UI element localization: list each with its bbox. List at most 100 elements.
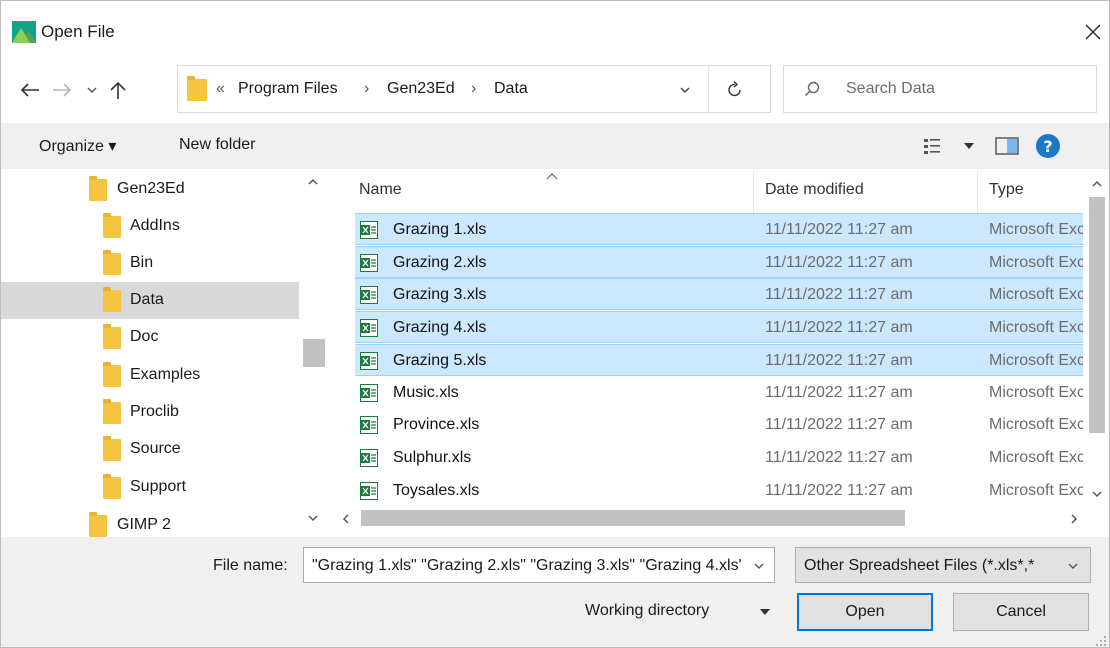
forward-arrow-icon[interactable] (51, 81, 73, 99)
tree-item-data[interactable]: Data (1, 282, 299, 319)
tree-item-label: Proclib (130, 403, 179, 420)
resize-grip-icon[interactable] (1095, 635, 1107, 647)
file-row[interactable]: Grazing 1.xls 11/11/2022 11:27 am Microsof… (355, 213, 1083, 245)
tree-item-support[interactable]: Support (1, 469, 299, 506)
tree-scrollbar[interactable] (301, 171, 327, 537)
file-type-filter[interactable]: Other Spreadsheet Files (*.xls*,* (795, 547, 1091, 583)
file-row[interactable]: Grazing 3.xls 11/11/2022 11:27 am Microsof… (355, 278, 1083, 311)
file-row[interactable]: Music.xls 11/11/2022 11:27 am Microsoft Ex… (355, 377, 1083, 409)
file-name-label: File name: (213, 557, 288, 574)
scroll-down-icon[interactable] (307, 513, 319, 523)
tree-item-gimp-2[interactable]: GIMP 2 (1, 507, 299, 537)
recent-locations-chevron-icon[interactable] (85, 83, 99, 97)
divider (708, 66, 709, 112)
close-button[interactable] (1075, 15, 1109, 51)
help-icon[interactable]: ? (1035, 133, 1061, 159)
file-type-dropdown-icon[interactable] (1066, 560, 1080, 572)
file-date-modified: 11/11/2022 11:27 am (765, 351, 913, 369)
column-header-date[interactable]: Date modified (765, 181, 864, 199)
up-arrow-icon[interactable] (107, 79, 129, 101)
breadcrumb-gen23ed[interactable]: Gen23Ed (387, 80, 455, 98)
file-row[interactable]: Grazing 5.xls 11/11/2022 11:27 am Microsof… (355, 343, 1083, 376)
tree-scrollbar-thumb[interactable] (303, 339, 325, 367)
organize-menu[interactable]: Organize ▾ (39, 136, 116, 156)
file-name-input[interactable]: "Grazing 1.xls" "Grazing 2.xls" "Grazing… (312, 557, 742, 575)
tree-item-examples[interactable]: Examples (1, 357, 299, 394)
folder-icon (89, 512, 107, 537)
tree-item-doc[interactable]: Doc (1, 319, 299, 356)
tree-item-label: Data (130, 291, 164, 308)
new-folder-button[interactable]: New folder (179, 136, 255, 154)
column-header-name[interactable]: Name (359, 181, 402, 199)
file-row[interactable]: Toysales.xls 11/11/2022 11:27 am Microsoft… (355, 475, 1083, 507)
open-button[interactable]: Open (797, 593, 933, 631)
excel-file-icon (360, 416, 378, 435)
horizontal-scrollbar-thumb[interactable] (361, 510, 905, 526)
tree-item-label: Doc (130, 328, 159, 345)
back-arrow-icon[interactable] (19, 81, 41, 99)
file-list-horizontal-scrollbar[interactable] (335, 505, 1109, 531)
file-row[interactable]: Grazing 4.xls 11/11/2022 11:27 am Microsof… (355, 311, 1083, 344)
breadcrumb-overflow[interactable]: « (216, 80, 225, 98)
file-row[interactable]: Sulphur.xls 11/11/2022 11:27 am Microsoft … (355, 442, 1083, 474)
folder-icon (103, 362, 121, 387)
file-name: Grazing 5.xls (393, 351, 487, 369)
title-bar: Open File (1, 1, 1109, 65)
open-file-dialog: Open File « Program Files › Gen23Ed › Da (0, 0, 1110, 648)
view-dropdown-icon[interactable] (963, 141, 975, 151)
command-bar: Organize ▾ New folder ? (1, 123, 1109, 169)
tree-item-addins[interactable]: AddIns (1, 208, 299, 245)
address-dropdown-chevron-icon[interactable] (678, 83, 692, 97)
tree-item-label: Gen23Ed (117, 180, 185, 197)
cancel-button[interactable]: Cancel (953, 593, 1089, 631)
file-date-modified: 11/11/2022 11:27 am (765, 319, 913, 337)
scroll-right-icon[interactable] (1069, 513, 1079, 525)
file-type: Microsoft Excel (989, 481, 1083, 499)
refresh-icon[interactable] (726, 80, 744, 98)
file-name-dropdown-icon[interactable] (752, 560, 766, 572)
file-name: Sulphur.xls (393, 448, 472, 466)
tree-item-gen23ed[interactable]: Gen23Ed (1, 171, 299, 208)
preview-pane-icon[interactable] (995, 136, 1019, 156)
file-list-vertical-scrollbar[interactable] (1085, 171, 1109, 513)
tree-item-bin[interactable]: Bin (1, 245, 299, 282)
column-header-type[interactable]: Type (989, 181, 1024, 199)
column-divider[interactable] (753, 171, 754, 213)
tree-item-label: Examples (130, 366, 201, 383)
tree-item-label: GIMP 2 (117, 516, 171, 533)
tree-item-label: Support (130, 478, 187, 495)
working-directory-label: Working directory (585, 602, 710, 619)
column-divider[interactable] (977, 171, 978, 213)
excel-file-icon (360, 448, 378, 467)
file-name: Toysales.xls (393, 481, 480, 499)
svg-text:?: ? (1043, 137, 1052, 156)
file-row[interactable]: Grazing 2.xls 11/11/2022 11:27 am Microsof… (355, 245, 1083, 278)
working-directory-button[interactable]: Working directory (585, 593, 785, 629)
file-type: Microsoft Excel (989, 286, 1083, 304)
breadcrumb-program-files[interactable]: Program Files (238, 80, 338, 98)
file-list: Name Date modified Type Grazing 1.xls 11/… (335, 171, 1109, 537)
window-title: Open File (41, 22, 115, 41)
tree-item-label: Bin (130, 254, 154, 271)
address-bar[interactable]: « Program Files › Gen23Ed › Data (177, 65, 771, 113)
vertical-scrollbar-thumb[interactable] (1089, 197, 1105, 433)
view-options-icon[interactable] (923, 137, 943, 155)
scroll-up-icon[interactable] (1091, 179, 1103, 189)
file-type: Microsoft Excel (989, 448, 1083, 466)
navigation-row: « Program Files › Gen23Ed › Data Search … (1, 65, 1109, 115)
file-date-modified: 11/11/2022 11:27 am (765, 383, 913, 401)
scroll-down-icon[interactable] (1091, 489, 1103, 499)
tree-item-proclib[interactable]: Proclib (1, 394, 299, 431)
breadcrumb-data[interactable]: Data (494, 80, 528, 98)
file-row[interactable]: Province.xls 11/11/2022 11:27 am Microsoft… (355, 409, 1083, 441)
tree-item-source[interactable]: Source (1, 431, 299, 468)
scroll-up-icon[interactable] (307, 177, 319, 187)
dialog-footer: File name: "Grazing 1.xls" "Grazing 2.xl… (1, 537, 1109, 647)
file-name-combobox[interactable]: "Grazing 1.xls" "Grazing 2.xls" "Grazing… (303, 547, 775, 583)
folder-icon (103, 250, 121, 275)
scroll-left-icon[interactable] (341, 513, 351, 525)
file-date-modified: 11/11/2022 11:27 am (765, 448, 913, 466)
folder-icon (89, 176, 107, 201)
search-box[interactable]: Search Data (783, 65, 1097, 113)
folder-icon (103, 324, 121, 349)
